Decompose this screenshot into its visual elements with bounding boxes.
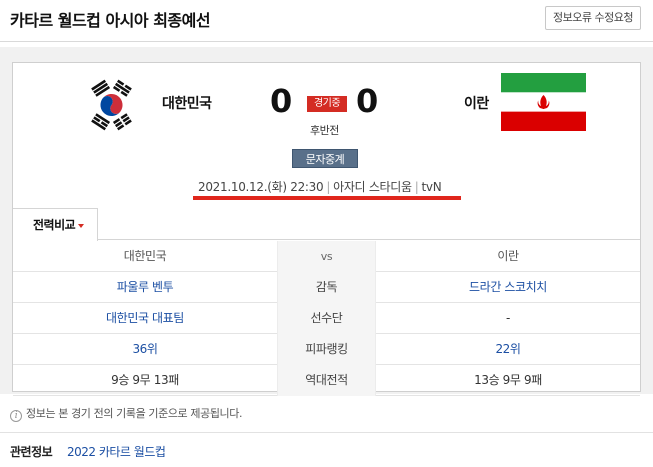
match-info-line: 2021.10.12.(화) 22:30 | 아자디 스타디움 | tvN [198, 178, 442, 195]
home-coach-link[interactable]: 파울루 벤투 [13, 272, 277, 303]
separator: | [414, 180, 419, 194]
table-header-row: 대한민국 vs 이란 [13, 241, 640, 272]
related-info-link[interactable]: 2022 카타르 월드컵 [67, 443, 166, 460]
table-row-coach: 파울루 벤투 감독 드라간 스코치치 [13, 272, 640, 303]
away-squad-value: - [506, 311, 510, 325]
away-team-name[interactable]: 이란 [464, 93, 489, 113]
highlight-underline [193, 196, 461, 200]
header-divider [0, 41, 653, 42]
row-label-ranking: 피파랭킹 [277, 334, 376, 365]
home-record: 9승 9무 13패 [111, 373, 179, 387]
away-score: 0 [356, 82, 379, 120]
caret-down-icon [78, 223, 85, 228]
info-note-text: 정보는 본 경기 전의 기록을 기준으로 제공됩니다. [26, 407, 243, 420]
table-row-fifa-ranking: 36위 피파랭킹 22위 [13, 334, 640, 365]
match-venue: 아자디 스타디움 [333, 180, 412, 194]
away-ranking-link[interactable]: 22위 [376, 334, 640, 365]
tab-comparison[interactable]: 전력비교 [13, 208, 98, 241]
info-note: i 정보는 본 경기 전의 기록을 기준으로 제공됩니다. [10, 405, 242, 422]
row-label-squad: 선수단 [277, 303, 376, 334]
table-row-squad: 대한민국 대표팀 선수단 - [13, 303, 640, 334]
row-label-record: 역대전적 [277, 365, 376, 396]
home-team-name[interactable]: 대한민국 [162, 93, 212, 113]
competition-title: 카타르 월드컵 아시아 최종예선 [10, 11, 211, 30]
home-squad-link[interactable]: 대한민국 대표팀 [13, 303, 277, 334]
info-icon: i [10, 410, 22, 422]
tab-comparison-label: 전력비교 [33, 218, 76, 232]
header-vs: vs [277, 241, 376, 272]
match-period: 후반전 [310, 124, 339, 137]
comparison-table: 대한민국 vs 이란 파울루 벤투 감독 드라간 스코치치 대한민국 대표팀 선… [13, 241, 640, 396]
iran-flag-icon [501, 73, 586, 131]
related-info-label: 관련정보 [10, 445, 53, 459]
widget-header: 카타르 월드컵 아시아 최종예선 정보오류 수정요청 [0, 0, 653, 38]
away-coach-link[interactable]: 드라간 스코치치 [376, 272, 640, 303]
table-row-record: 9승 9무 13패 역대전적 13승 9무 9패 [13, 365, 640, 396]
text-relay-button[interactable]: 문자중계 [292, 149, 358, 168]
home-ranking-link[interactable]: 36위 [13, 334, 277, 365]
footer-divider [0, 432, 653, 433]
live-status-badge: 경기중 [307, 96, 347, 112]
header-home: 대한민국 [123, 249, 167, 263]
header-away: 이란 [497, 249, 519, 263]
match-broadcaster: tvN [421, 180, 442, 194]
tab-bar: 전력비교 [13, 208, 640, 241]
home-score: 0 [270, 82, 293, 120]
match-datetime: 2021.10.12.(화) 22:30 [198, 180, 324, 194]
separator: | [326, 180, 331, 194]
report-error-button[interactable]: 정보오류 수정요청 [545, 6, 641, 30]
south-korea-flag-icon [84, 77, 139, 133]
away-record: 13승 9무 9패 [474, 373, 542, 387]
row-label-coach: 감독 [277, 272, 376, 303]
